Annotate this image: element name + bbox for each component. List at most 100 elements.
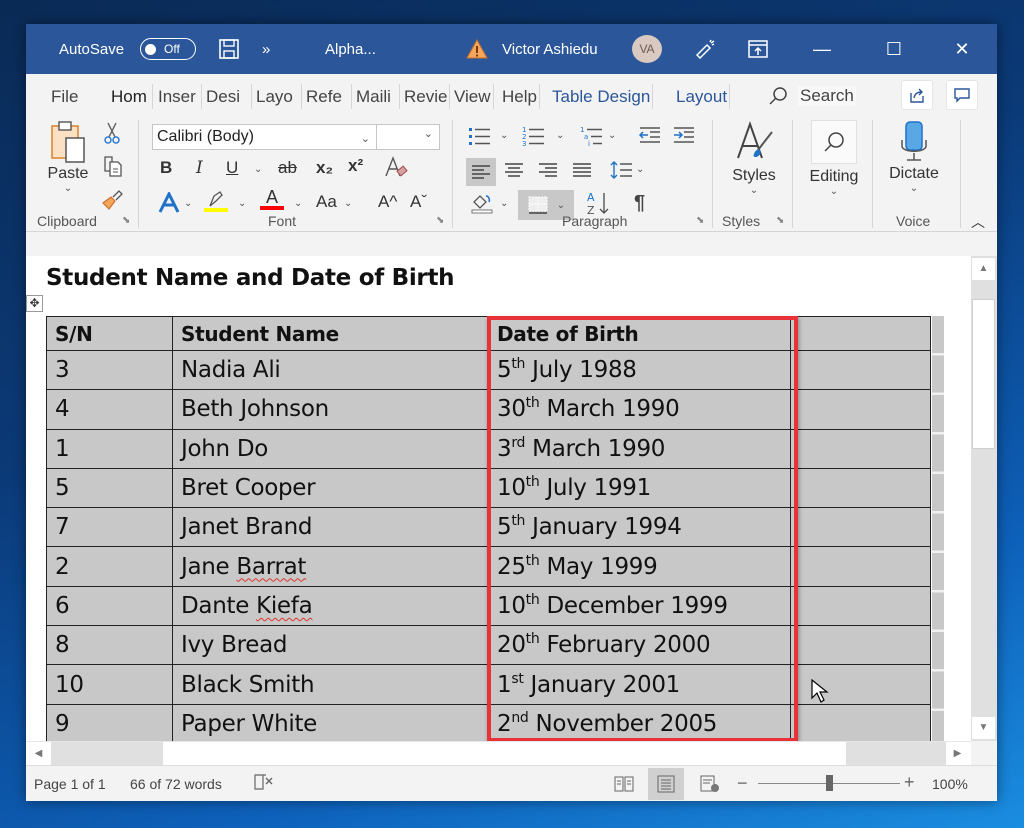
font-launcher-icon[interactable]: ⬊ bbox=[436, 215, 444, 226]
multilevel-dropdown-icon[interactable]: ⌄ bbox=[608, 130, 616, 141]
word-count[interactable]: 66 of 72 words bbox=[130, 776, 222, 792]
paste-dropdown-icon[interactable]: ⌄ bbox=[40, 183, 96, 194]
scroll-right-arrow-icon[interactable]: ▶ bbox=[946, 743, 969, 765]
column-header-student-name[interactable]: Student Name bbox=[172, 316, 489, 351]
align-center-icon[interactable] bbox=[504, 162, 524, 178]
cut-icon[interactable] bbox=[102, 122, 122, 144]
cell-sn[interactable]: 8 bbox=[46, 625, 173, 666]
text-effects-dropdown-icon[interactable]: ⌄ bbox=[184, 198, 192, 209]
document-title[interactable]: Alpha... bbox=[325, 24, 376, 74]
cell-empty[interactable] bbox=[790, 585, 931, 627]
cell-date-of-birth[interactable]: 5th January 1994 bbox=[488, 507, 791, 548]
read-mode-icon[interactable] bbox=[606, 768, 642, 800]
zoom-level[interactable]: 100% bbox=[932, 776, 968, 792]
horizontal-scrollbar[interactable]: ◀ ▶ bbox=[26, 741, 971, 766]
cell-student-name[interactable]: Nadia Ali bbox=[172, 349, 489, 391]
cell-sn[interactable]: 3 bbox=[46, 349, 173, 391]
document-canvas[interactable]: Student Name and Date of Birth ✥ S/N Stu… bbox=[26, 256, 971, 741]
superscript-button[interactable]: x² bbox=[348, 156, 363, 176]
align-left-button[interactable] bbox=[466, 158, 496, 186]
bold-button[interactable]: B bbox=[160, 158, 172, 178]
bullets-icon[interactable] bbox=[468, 126, 492, 146]
cell-student-name[interactable]: Jane Barrat bbox=[172, 546, 489, 587]
column-header-date-of-birth[interactable]: Date of Birth bbox=[488, 316, 791, 351]
cell-student-name[interactable]: Janet Brand bbox=[172, 507, 489, 548]
cell-student-name[interactable]: Black Smith bbox=[172, 664, 489, 705]
increase-indent-icon[interactable] bbox=[672, 126, 696, 144]
page-count[interactable]: Page 1 of 1 bbox=[34, 776, 106, 792]
zoom-slider-thumb[interactable] bbox=[826, 775, 833, 791]
decrease-indent-icon[interactable] bbox=[638, 126, 662, 144]
tab-home[interactable]: Hom bbox=[109, 84, 153, 109]
web-layout-icon[interactable] bbox=[692, 768, 728, 800]
highlight-dropdown-icon[interactable]: ⌄ bbox=[238, 198, 246, 209]
change-case-dropdown-icon[interactable]: ⌄ bbox=[344, 198, 352, 209]
tab-help[interactable]: Help bbox=[500, 84, 540, 109]
cell-student-name[interactable]: Bret Cooper bbox=[172, 467, 489, 509]
spelling-error-word[interactable]: Barrat bbox=[236, 554, 306, 580]
comments-button[interactable] bbox=[946, 80, 978, 110]
paste-button[interactable]: Paste ⌄ bbox=[40, 120, 96, 194]
cell-empty[interactable] bbox=[790, 428, 931, 469]
justify-icon[interactable] bbox=[572, 162, 592, 178]
horizontal-scroll-track[interactable] bbox=[846, 742, 946, 766]
cell-date-of-birth[interactable]: 20th February 2000 bbox=[488, 625, 791, 666]
highlight-color-button[interactable] bbox=[204, 190, 228, 212]
cell-date-of-birth[interactable]: 10th December 1999 bbox=[488, 585, 791, 627]
underline-button[interactable]: U bbox=[226, 158, 238, 178]
search-box[interactable]: Search bbox=[768, 82, 856, 110]
tab-mailings[interactable]: Maili bbox=[354, 84, 400, 109]
student-table[interactable]: S/N Student Name Date of Birth 3 Nadia A… bbox=[46, 316, 931, 741]
cell-empty[interactable] bbox=[790, 389, 931, 430]
table-move-handle-icon[interactable]: ✥ bbox=[26, 295, 43, 312]
change-case-button[interactable]: Aa bbox=[316, 192, 337, 212]
paragraph-launcher-icon[interactable]: ⬊ bbox=[696, 215, 704, 226]
tab-insert[interactable]: Inser bbox=[156, 84, 202, 109]
underline-dropdown-icon[interactable]: ⌄ bbox=[254, 164, 262, 175]
cell-student-name[interactable]: Ivy Bread bbox=[172, 625, 489, 666]
cell-student-name[interactable]: John Do bbox=[172, 428, 489, 469]
cell-empty[interactable] bbox=[790, 507, 931, 548]
proofing-icon[interactable] bbox=[254, 773, 274, 794]
line-spacing-dropdown-icon[interactable]: ⌄ bbox=[636, 164, 644, 175]
cell-sn[interactable]: 5 bbox=[46, 467, 173, 509]
shading-dropdown-icon[interactable]: ⌄ bbox=[500, 198, 508, 209]
format-painter-icon[interactable] bbox=[100, 188, 124, 212]
line-spacing-icon[interactable] bbox=[610, 160, 634, 180]
numbering-icon[interactable]: 123 bbox=[522, 126, 546, 146]
warning-icon[interactable] bbox=[466, 24, 488, 74]
cell-student-name[interactable]: Beth Johnson bbox=[172, 389, 489, 430]
show-formatting-marks-button[interactable]: ¶ bbox=[634, 192, 645, 215]
cell-sn[interactable]: 4 bbox=[46, 389, 173, 430]
scroll-left-arrow-icon[interactable]: ◀ bbox=[27, 743, 50, 765]
cell-empty[interactable] bbox=[790, 546, 931, 587]
cell-date-of-birth[interactable]: 30th March 1990 bbox=[488, 389, 791, 430]
tab-references[interactable]: Refe bbox=[304, 84, 352, 109]
tab-table-design[interactable]: Table Design bbox=[550, 84, 654, 109]
collapse-ribbon-icon[interactable]: ︿ bbox=[971, 212, 985, 232]
zoom-out-button[interactable]: − bbox=[737, 773, 748, 794]
vertical-scrollbar[interactable]: ▲ ▼ bbox=[971, 256, 997, 741]
font-color-dropdown-icon[interactable]: ⌄ bbox=[294, 198, 302, 209]
save-icon[interactable] bbox=[218, 24, 240, 74]
autosave-toggle[interactable]: Off bbox=[140, 38, 196, 60]
column-header-empty[interactable] bbox=[790, 316, 931, 351]
cell-date-of-birth[interactable]: 2nd November 2005 bbox=[488, 703, 791, 741]
cell-sn[interactable]: 10 bbox=[46, 664, 173, 705]
copy-icon[interactable] bbox=[102, 154, 124, 178]
close-button[interactable]: ✕ bbox=[942, 24, 982, 74]
cell-sn[interactable]: 6 bbox=[46, 585, 173, 627]
cell-empty[interactable] bbox=[790, 625, 931, 666]
cell-sn[interactable]: 9 bbox=[46, 703, 173, 741]
numbering-dropdown-icon[interactable]: ⌄ bbox=[556, 130, 564, 141]
cell-empty[interactable] bbox=[790, 467, 931, 509]
user-name[interactable]: Victor Ashiedu bbox=[502, 24, 598, 74]
clipboard-launcher-icon[interactable]: ⬊ bbox=[122, 215, 130, 226]
subscript-button[interactable]: x₂ bbox=[316, 158, 333, 178]
cell-date-of-birth[interactable]: 5th July 1988 bbox=[488, 349, 791, 391]
styles-launcher-icon[interactable]: ⬊ bbox=[776, 215, 784, 226]
cell-empty[interactable] bbox=[790, 349, 931, 391]
tab-table-layout[interactable]: Layout bbox=[674, 84, 731, 109]
vertical-scroll-thumb[interactable] bbox=[972, 299, 995, 449]
font-name-dropdown[interactable]: Calibri (Body) ⌄ bbox=[153, 125, 377, 149]
